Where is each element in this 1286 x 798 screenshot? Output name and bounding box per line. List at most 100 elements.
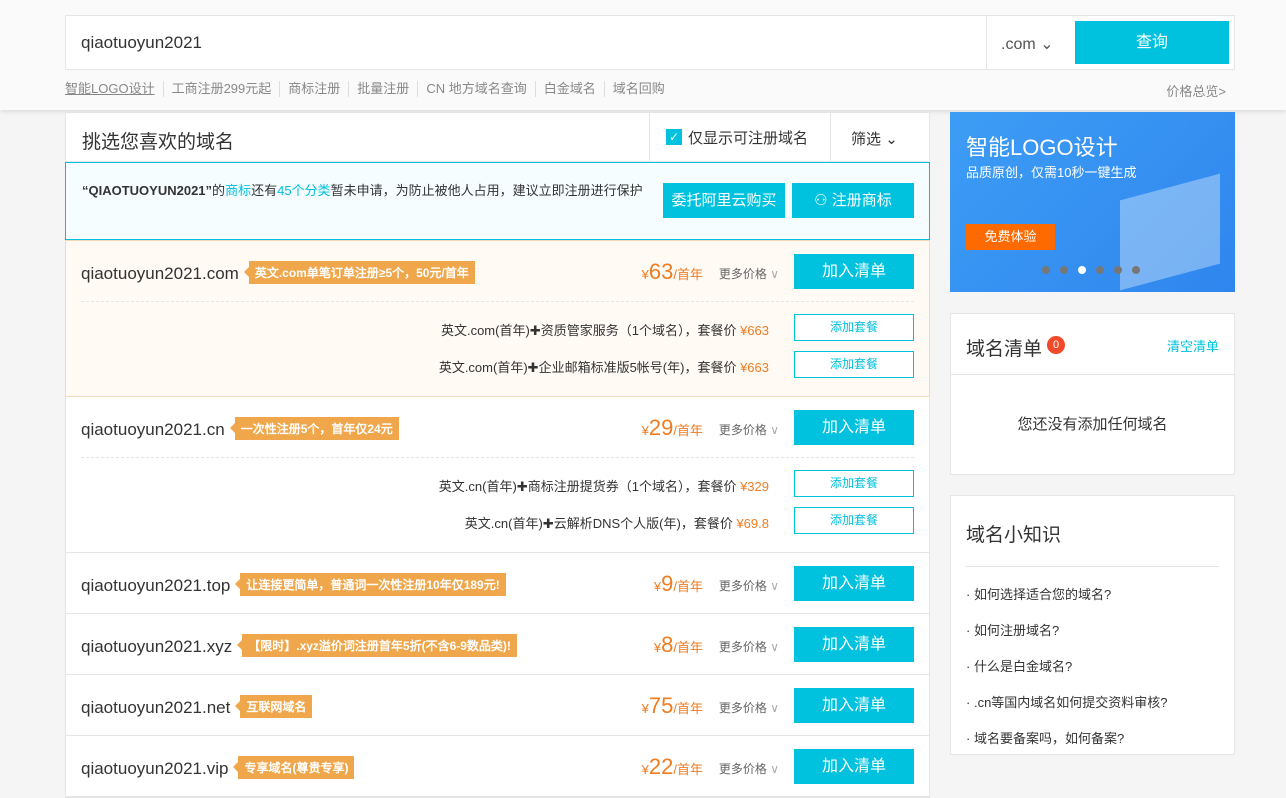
domain-row: qiaotuoyun2021.com英文.com单笔订单注册≥5个，50元/首年… [65, 240, 930, 397]
notice-name: “QIAOTUOYUN2021” [82, 183, 212, 198]
package-base: 英文.cn(首年) [465, 516, 543, 531]
knowledge-item[interactable]: · .cn等国内域名如何提交资料审核? [966, 685, 1219, 721]
package-price: ¥663 [740, 360, 769, 375]
free-trial-button[interactable]: 免费体验 [966, 224, 1055, 250]
carousel-dots [1042, 266, 1140, 274]
add-to-cart-button[interactable]: 加入清单 [794, 688, 914, 723]
knowledge-link[interactable]: 域名要备案吗，如何备案? [974, 731, 1124, 746]
more-prices-toggle[interactable]: 更多价格 ∨ [719, 265, 779, 282]
promo-tag: 一次性注册5个，首年仅24元 [235, 417, 399, 440]
entrust-purchase-button[interactable]: 委托阿里云购买 [663, 183, 785, 218]
quick-link[interactable]: CN 地方域名查询 [417, 81, 534, 97]
yen-sign: ¥ [642, 267, 649, 282]
domain-row: qiaotuoyun2021.top 让连接更简单，普通词一次性注册10年仅189… [66, 553, 929, 614]
add-package-button[interactable]: 添加套餐 [794, 470, 914, 497]
price-value: 9 [661, 571, 673, 596]
package-addon: 商标注册提货券（1个域名） [528, 479, 685, 494]
package-price-label: ，套餐价 [684, 323, 740, 338]
more-prices-toggle[interactable]: 更多价格 ∨ [719, 760, 779, 777]
banner-title: 智能LOGO设计 [966, 130, 1118, 162]
add-to-cart-button[interactable]: 加入清单 [794, 566, 914, 601]
quick-link[interactable]: 工商注册299元起 [163, 81, 280, 97]
carousel-dot[interactable] [1060, 266, 1068, 274]
domain-price: ¥75/首年 [642, 693, 703, 719]
domain-row: qiaotuoyun2021.vip专享域名(尊贵专享)¥22/首年更多价格 ∨… [66, 736, 929, 797]
price-unit: /首年 [673, 762, 703, 777]
quick-link[interactable]: 商标注册 [279, 81, 348, 97]
carousel-dot[interactable] [1042, 266, 1050, 274]
search-input[interactable]: qiaotuoyun2021 [81, 33, 202, 53]
knowledge-item[interactable]: · 如何选择适合您的域名? [966, 577, 1219, 613]
more-prices-toggle[interactable]: 更多价格 ∨ [719, 638, 779, 655]
add-to-cart-button[interactable]: 加入清单 [794, 749, 914, 784]
promo-tag: 英文.com单笔订单注册≥5个，50元/首年 [249, 261, 475, 284]
package-addon: 资质管家服务（1个域名） [541, 323, 685, 338]
only-available-checkbox[interactable]: ✓仅显示可注册域名 [649, 113, 824, 161]
add-package-button[interactable]: 添加套餐 [794, 507, 914, 534]
carousel-dot[interactable] [1114, 266, 1122, 274]
package-price: ¥69.8 [736, 516, 769, 531]
carousel-dot[interactable] [1096, 266, 1104, 274]
promo-tag: 专享域名(尊贵专享) [238, 756, 354, 779]
domain-name: qiaotuoyun2021.net [81, 698, 230, 717]
package-row: 英文.cn(首年)✚云解析DNS个人版(年)，套餐价 ¥69.8添加套餐 [81, 507, 914, 544]
more-prices-label: 更多价格 [719, 579, 767, 593]
quick-link[interactable]: 白金域名 [535, 81, 604, 97]
price-unit: /首年 [673, 579, 703, 594]
more-prices-toggle[interactable]: 更多价格 ∨ [719, 421, 779, 438]
more-prices-toggle[interactable]: 更多价格 ∨ [719, 577, 779, 594]
plus-icon: ✚ [517, 479, 528, 494]
package-addon: 企业邮箱标准版5帐号(年) [539, 360, 685, 375]
domain-row: qiaotuoyun2021.xyz【限时】.xyz溢价词注册首年5折(不含6-… [66, 614, 929, 675]
carousel-dot[interactable] [1078, 266, 1086, 274]
more-prices-label: 更多价格 [719, 762, 767, 776]
quick-link[interactable]: 域名回购 [604, 81, 673, 97]
price-overview-link[interactable]: 价格总览> [1166, 81, 1226, 100]
knowledge-link[interactable]: 如何注册域名? [974, 623, 1059, 638]
knowledge-link[interactable]: 如何选择适合您的域名? [974, 587, 1111, 602]
package-price-label: ，套餐价 [681, 516, 737, 531]
package-price: ¥329 [740, 479, 769, 494]
clear-cart-link[interactable]: 清空清单 [1167, 336, 1219, 355]
search-button[interactable]: 查询 [1075, 21, 1229, 64]
promo-tag: 【限时】.xyz溢价词注册首年5折(不含6-9数品类)! [242, 634, 517, 657]
yen-sign: ¥ [642, 423, 649, 438]
chevron-down-icon: ∨ [770, 579, 779, 593]
chevron-down-icon: ⌄ [1040, 36, 1053, 53]
user-icon: ⚇ [814, 192, 832, 209]
promo-banner[interactable]: 智能LOGO设计 品质原创，仅需10秒一键生成 免费体验 [950, 112, 1235, 292]
register-trademark-button[interactable]: ⚇ 注册商标 [792, 183, 914, 218]
domain-name: qiaotuoyun2021.top [81, 576, 230, 595]
tld-value: .com [1001, 36, 1036, 53]
knowledge-item[interactable]: · 什么是白金域名? [966, 649, 1219, 685]
add-package-button[interactable]: 添加套餐 [794, 314, 914, 341]
package-price: ¥663 [740, 323, 769, 338]
add-to-cart-button[interactable]: 加入清单 [794, 627, 914, 662]
knowledge-link[interactable]: .cn等国内域名如何提交资料审核? [974, 695, 1168, 710]
more-prices-label: 更多价格 [719, 640, 767, 654]
add-to-cart-button[interactable]: 加入清单 [794, 254, 914, 289]
knowledge-link[interactable]: 什么是白金域名? [974, 659, 1072, 674]
quick-link[interactable]: 智能LOGO设计 [65, 81, 163, 97]
more-prices-toggle[interactable]: 更多价格 ∨ [719, 699, 779, 716]
quick-links: 智能LOGO设计工商注册299元起商标注册批量注册CN 地方域名查询白金域名域名… [65, 81, 673, 97]
promo-tag: 让连接更简单，普通词一次性注册10年仅189元! [240, 573, 505, 596]
add-to-cart-button[interactable]: 加入清单 [794, 410, 914, 445]
package-base: 英文.com(首年) [439, 360, 528, 375]
top-bar: qiaotuoyun2021 .com ⌄ 查询 智能LOGO设计工商注册299… [0, 0, 1286, 110]
package-row: 英文.com(首年)✚企业邮箱标准版5帐号(年)，套餐价 ¥663添加套餐 [81, 351, 914, 388]
carousel-dot[interactable] [1132, 266, 1140, 274]
trademark-link[interactable]: 商标 [225, 183, 251, 198]
package-base: 英文.cn(首年) [439, 479, 517, 494]
knowledge-item[interactable]: · 域名要备案吗，如何备案? [966, 721, 1219, 757]
knowledge-item[interactable]: · 如何注册域名? [966, 613, 1219, 649]
tld-select[interactable]: .com ⌄ [986, 16, 1074, 69]
filter-button[interactable]: 筛选 ⌄ [830, 113, 930, 161]
price-value: 29 [649, 415, 673, 440]
package-base: 英文.com(首年) [441, 323, 530, 338]
price-value: 75 [649, 693, 673, 718]
quick-link[interactable]: 批量注册 [348, 81, 417, 97]
check-icon: ✓ [666, 129, 682, 145]
categories-link[interactable]: 45个分类 [277, 183, 330, 198]
add-package-button[interactable]: 添加套餐 [794, 351, 914, 378]
